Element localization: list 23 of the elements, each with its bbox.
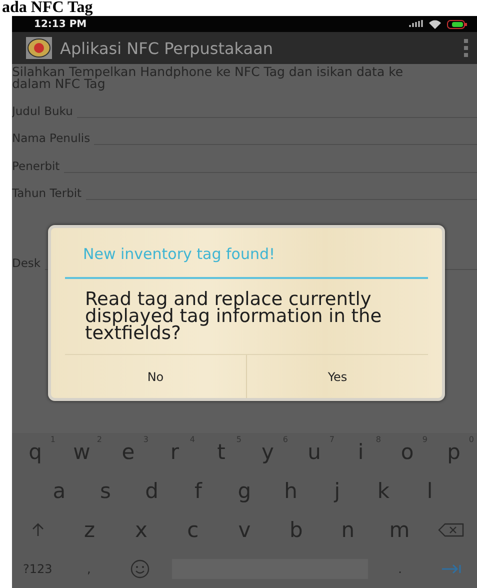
status-time: 12:13 PM: [34, 18, 87, 30]
field-label: Tahun Terbit: [12, 186, 82, 200]
keyboard-key[interactable]: ,: [63, 552, 115, 586]
dialog-title: New inventory tag found!: [65, 228, 428, 279]
field-label: Nama Penulis: [12, 131, 90, 145]
document-caption: ada NFC Tag: [1, 0, 94, 16]
dialog-button[interactable]: No: [65, 355, 246, 398]
tab-arrow-icon: [441, 564, 462, 574]
dialog-button[interactable]: Yes: [246, 355, 428, 398]
battery-icon: [447, 20, 467, 28]
field-label: Penerbit: [12, 158, 60, 172]
wifi-icon: [429, 20, 441, 28]
emblem-icon: [26, 37, 52, 59]
field-label: Desk: [12, 256, 41, 270]
emoji-icon: [130, 558, 150, 579]
dialog-message: Read tag and replace currently displayed tag information in the textfields?: [84, 288, 383, 346]
instruction-text: Silahkan Tempelkan Handphone ke NFC Tag dan isikan data ke dalam NFC Tag: [12, 66, 404, 93]
keyboard-key[interactable]: .: [374, 552, 426, 586]
signal-icon: [409, 20, 423, 28]
shift-icon: [30, 522, 45, 537]
app-title: Aplikasi NFC Perpustakaan: [60, 38, 274, 58]
backspace-icon: [438, 522, 464, 537]
overflow-menu-icon[interactable]: [463, 39, 469, 57]
